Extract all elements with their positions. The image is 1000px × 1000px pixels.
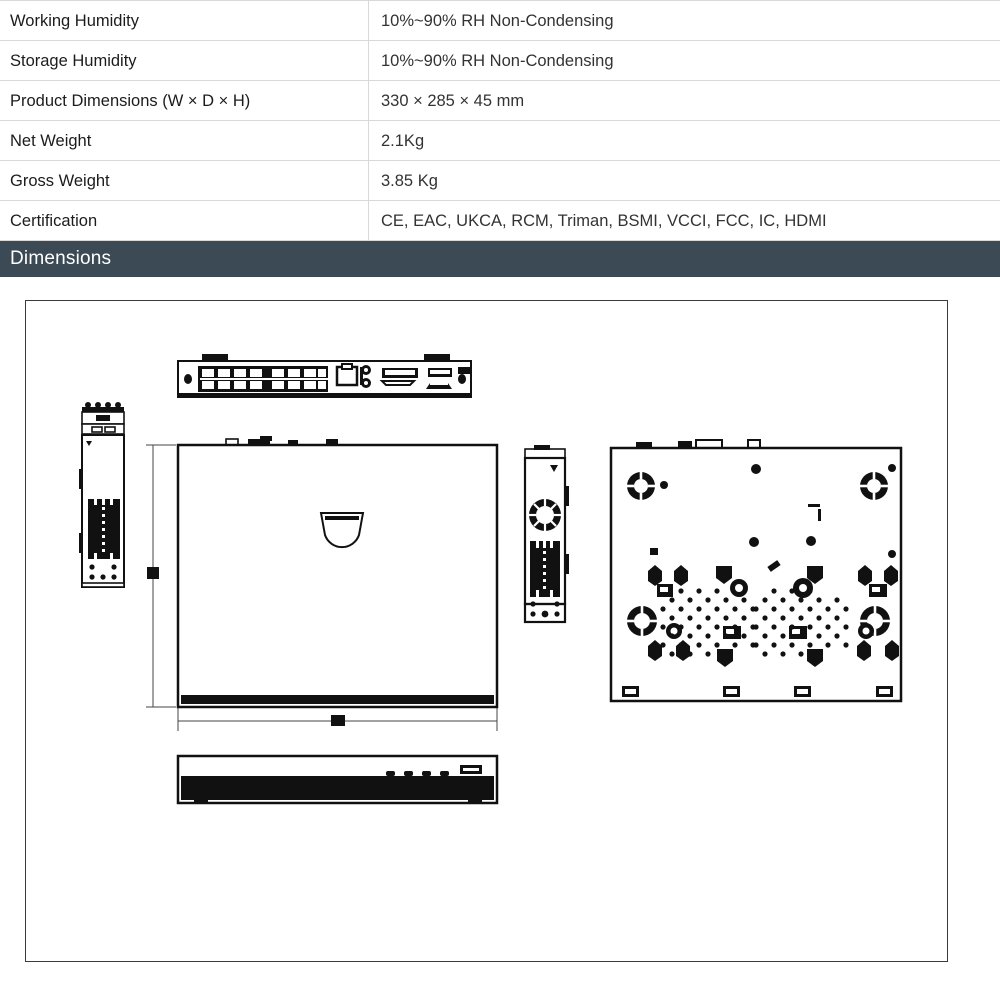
spec-label: Product Dimensions (W × D × H) <box>0 80 369 121</box>
width-dimension-line <box>177 707 498 731</box>
ethernet-port-icon <box>335 363 359 387</box>
rear-panel-view <box>177 354 472 398</box>
right-side-view <box>523 445 569 624</box>
spec-label: Working Humidity <box>0 0 369 41</box>
spec-value: 330 × 285 × 45 mm <box>368 80 1000 121</box>
spec-value: 10%~90% RH Non-Condensing <box>368 0 1000 41</box>
specification-table: Working Humidity 10%~90% RH Non-Condensi… <box>0 0 1000 241</box>
table-row: Gross Weight 3.85 Kg <box>0 160 1000 201</box>
spec-value: CE, EAC, UKCA, RCM, Triman, BSMI, VCCI, … <box>368 200 1000 241</box>
spec-label: Storage Humidity <box>0 40 369 81</box>
vent-grille <box>530 541 560 597</box>
fan-vent-icon <box>529 499 561 531</box>
vga-port-icon <box>379 368 418 386</box>
spec-label: Gross Weight <box>0 160 369 201</box>
spec-value: 3.85 Kg <box>368 160 1000 201</box>
dimension-drawing-panel <box>25 300 948 962</box>
specification-table-body: Working Humidity 10%~90% RH Non-Condensi… <box>0 0 1000 241</box>
depth-dimension-line <box>146 444 176 708</box>
spec-label: Certification <box>0 200 369 241</box>
table-row: Working Humidity 10%~90% RH Non-Condensi… <box>0 0 1000 41</box>
section-header-dimensions: Dimensions <box>0 241 1000 277</box>
mounting-hole <box>860 472 888 500</box>
left-side-view <box>79 402 125 588</box>
front-view <box>176 754 499 805</box>
spec-value: 10%~90% RH Non-Condensing <box>368 40 1000 81</box>
table-row: Certification CE, EAC, UKCA, RCM, Triman… <box>0 200 1000 241</box>
mounting-hole <box>627 606 657 636</box>
spec-value: 2.1Kg <box>368 120 1000 161</box>
bottom-view <box>609 439 903 703</box>
vent-grille <box>88 499 120 559</box>
table-row: Net Weight 2.1Kg <box>0 120 1000 161</box>
mounting-hole <box>627 472 655 500</box>
table-row: Product Dimensions (W × D × H) 330 × 285… <box>0 80 1000 121</box>
top-view <box>146 436 499 731</box>
table-row: Storage Humidity 10%~90% RH Non-Condensi… <box>0 40 1000 81</box>
spec-label: Net Weight <box>0 120 369 161</box>
front-usb-port-icon <box>460 765 482 774</box>
